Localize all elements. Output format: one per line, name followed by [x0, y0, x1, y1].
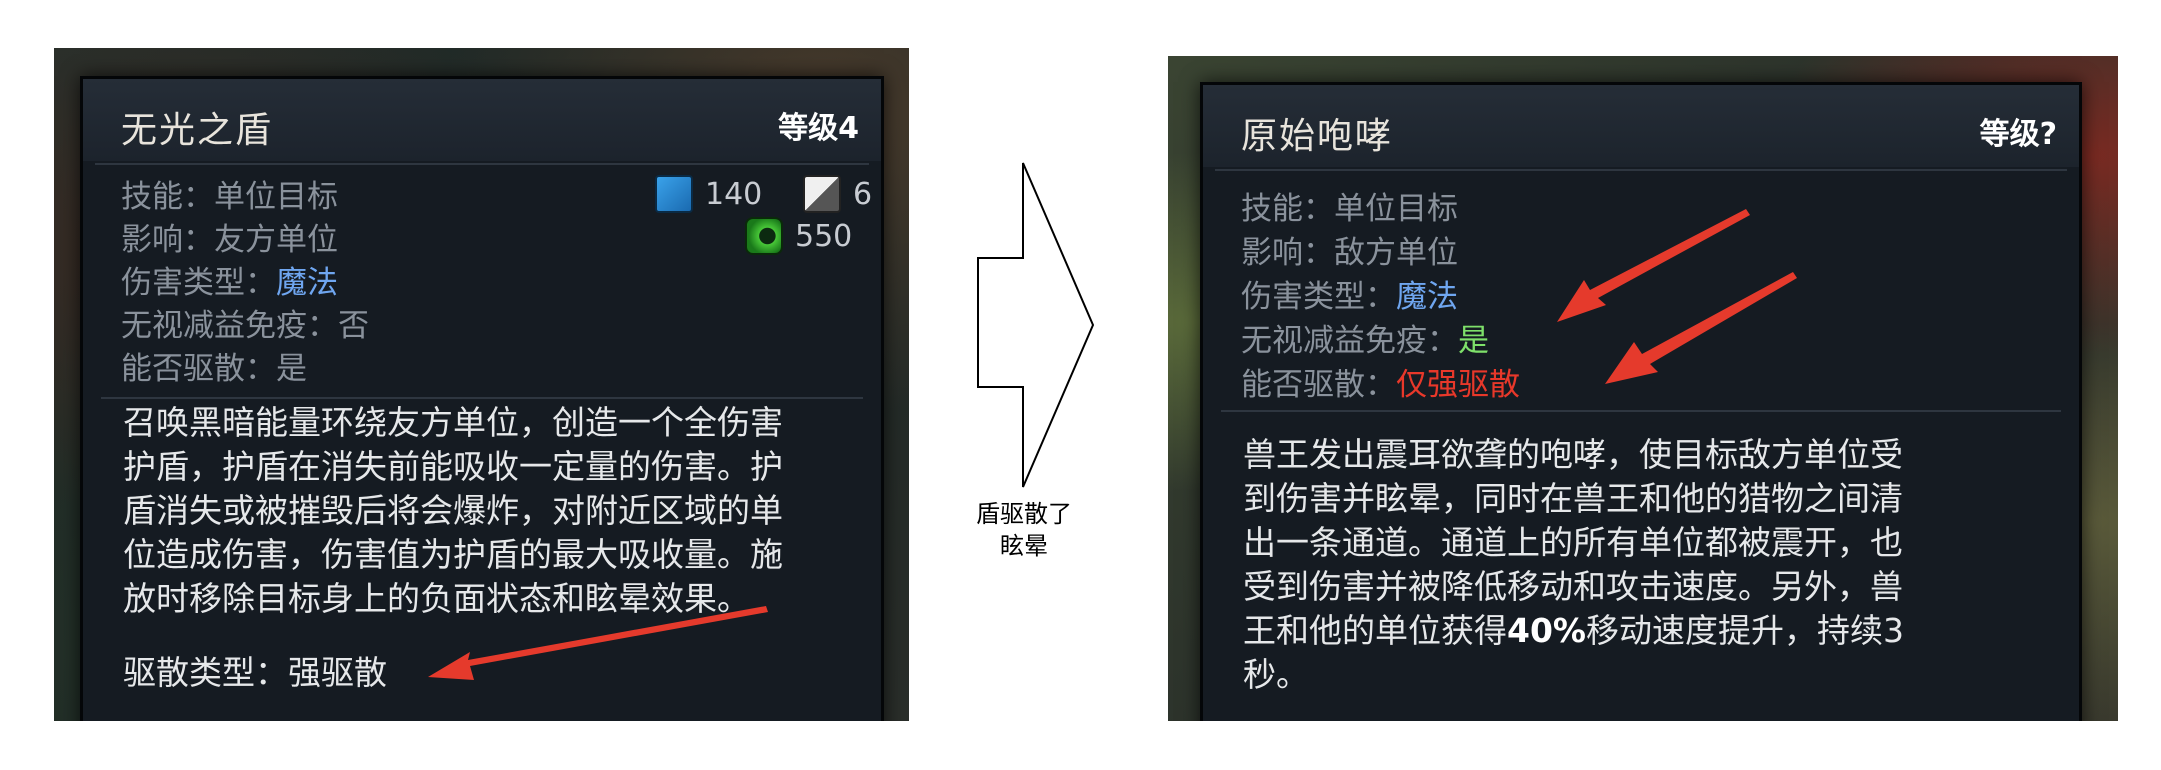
ability-description: 召唤黑暗能量环绕友方单位，创造一个全伤害 护盾，护盾在消失前能吸收一定量的伤害。…: [123, 401, 783, 621]
tooltip-header: 原始咆哮 等级?: [1203, 85, 2079, 167]
caption-line: 盾驱散了: [976, 500, 1072, 528]
caption-line: 眩晕: [1000, 532, 1048, 560]
description-line: 盾消失或被摧毁后将会爆炸，对附近区域的单: [123, 491, 783, 530]
divider: [101, 397, 863, 399]
description-line: 出一条通道。通道上的所有单位都被震开，也: [1243, 523, 1903, 562]
attr-affects: 影响：友方单位: [121, 222, 338, 258]
description-line: 兽王发出震耳欲聋的咆哮，使目标敌方单位受: [1243, 435, 1903, 474]
ability-description: 兽王发出震耳欲聋的咆哮，使目标敌方单位受 到伤害并眩晕，同时在兽王和他的猎物之间…: [1243, 433, 1904, 697]
divider: [95, 163, 869, 165]
description-line: 召唤黑暗能量环绕友方单位，创造一个全伤害: [123, 403, 783, 442]
description-line: 秒。: [1243, 655, 1309, 694]
arrow-caption: 盾驱散了 眩晕: [964, 498, 1084, 562]
attr-pierce-immunity: 无视减益免疫：是: [1241, 323, 1489, 359]
mana-icon: [655, 175, 693, 213]
dispel-type: 驱散类型：强驱散: [123, 653, 387, 692]
description-line: 位造成伤害，伤害值为护盾的最大吸收量。施: [123, 535, 783, 574]
cooldown-icon: [803, 175, 841, 213]
cast-range-icon: [745, 217, 783, 255]
cooldown: 6: [803, 175, 872, 213]
attr-pierce-immunity: 无视减益免疫：否: [121, 308, 369, 344]
ability-level: 等级?: [1979, 117, 2057, 152]
ability-tooltip-right: 原始咆哮 等级? 技能：单位目标 影响：敌方单位 伤害类型：魔法 无视减益免疫：…: [1200, 82, 2082, 721]
ability-level: 等级4: [778, 111, 859, 146]
left-screenshot: 无光之盾 等级4 技能：单位目标 影响：友方单位 伤害类型：魔法 无视减益免疫：…: [54, 48, 909, 721]
attr-dispellable: 能否驱散：是: [121, 351, 307, 387]
attr-damage-type: 伤害类型：魔法: [1241, 279, 1458, 315]
ability-name: 无光之盾: [121, 110, 274, 151]
attr-damage-type: 伤害类型：魔法: [121, 265, 338, 301]
description-line: 到伤害并眩晕，同时在兽王和他的猎物之间清: [1243, 479, 1903, 518]
attr-behavior: 技能：单位目标: [121, 179, 338, 215]
ability-name: 原始咆哮: [1241, 116, 1394, 157]
right-screenshot: 原始咆哮 等级? 技能：单位目标 影响：敌方单位 伤害类型：魔法 无视减益免疫：…: [1168, 56, 2118, 721]
attr-behavior: 技能：单位目标: [1241, 191, 1458, 227]
description-line: 护盾，护盾在消失前能吸收一定量的伤害。护: [123, 447, 783, 486]
divider: [1221, 410, 2061, 412]
attr-dispellable: 能否驱散：仅强驱散: [1241, 367, 1520, 403]
cast-range: 550: [745, 217, 852, 255]
description-line: 王和他的单位获得40%移动速度提升，持续3: [1243, 611, 1904, 650]
description-line: 放时移除目标身上的负面状态和眩晕效果。: [123, 579, 750, 618]
divider: [1215, 169, 2067, 171]
description-line: 受到伤害并被降低移动和攻击速度。另外，兽: [1243, 567, 1903, 606]
attr-affects: 影响：敌方单位: [1241, 235, 1458, 271]
ability-tooltip-left: 无光之盾 等级4 技能：单位目标 影响：友方单位 伤害类型：魔法 无视减益免疫：…: [80, 76, 884, 721]
mana-cost: 140: [655, 175, 762, 213]
tooltip-header: 无光之盾 等级4: [83, 79, 881, 161]
